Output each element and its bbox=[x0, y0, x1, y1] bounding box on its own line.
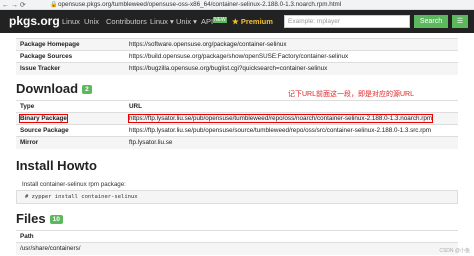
table-row: Package Sources https://build.opensuse.or… bbox=[16, 50, 458, 63]
search-button[interactable]: Search bbox=[414, 15, 448, 28]
install-command: # zypper install container-selinux bbox=[16, 190, 458, 204]
download-heading: Download 2 bbox=[16, 81, 92, 96]
premium-icon: ★ bbox=[232, 17, 239, 26]
binary-package-label: Binary Package bbox=[19, 114, 68, 123]
source-package-link[interactable]: https://ftp.lysator.liu.se/pub/opensuse/… bbox=[125, 124, 458, 137]
new-badge: NEW bbox=[213, 17, 227, 23]
table-row: Binary Package https://ftp.lysator.liu.se… bbox=[16, 112, 458, 125]
files-heading: Files 10 bbox=[16, 211, 63, 226]
browser-toolbar: ← → ⟳ 🔒 opensuse.pkgs.org/tumbleweed/ope… bbox=[0, 0, 474, 10]
nav-premium[interactable]: ★ Premium bbox=[232, 17, 273, 26]
mirror-link[interactable]: ftp.lysator.liu.se bbox=[125, 136, 458, 149]
nav-linux[interactable]: Linux bbox=[62, 17, 80, 26]
nav-os-linux[interactable]: Linux ▾ bbox=[150, 17, 174, 26]
chevron-down-icon: ▾ bbox=[170, 17, 174, 26]
nav-os-unix[interactable]: Unix ▾ bbox=[176, 17, 197, 26]
chevron-down-icon: ▾ bbox=[193, 17, 197, 26]
nav-unix[interactable]: Unix bbox=[84, 17, 99, 26]
table-row: Source Package https://ftp.lysator.liu.se… bbox=[16, 124, 458, 137]
search-input[interactable]: Example: mplayer bbox=[284, 15, 410, 28]
table-row: Package Homepage https://software.opensus… bbox=[16, 38, 458, 51]
table-row: Mirror ftp.lysator.liu.se bbox=[16, 136, 458, 149]
table-row: Issue Tracker https://bugzilla.opensuse.o… bbox=[16, 62, 458, 75]
lock-icon: 🔒 bbox=[50, 2, 58, 8]
binary-package-link[interactable]: https://ftp.lysator.liu.se/pub/opensuse/… bbox=[127, 114, 434, 123]
menu-icon[interactable]: ☰ bbox=[452, 15, 468, 28]
files-table: Path /usr/share/containers/ bbox=[16, 230, 458, 255]
files-count-badge: 10 bbox=[49, 215, 63, 225]
table-header: Path bbox=[16, 230, 458, 243]
install-howto-heading: Install Howto bbox=[16, 158, 97, 173]
nav-contributors[interactable]: Contributors bbox=[106, 17, 147, 26]
watermark: CSDN @小鱼 bbox=[439, 248, 470, 254]
download-count-badge: 2 bbox=[82, 85, 92, 95]
install-description: Install container-selinux rpm package: bbox=[22, 181, 126, 188]
nav-api[interactable]: APINEW bbox=[201, 17, 227, 26]
site-logo[interactable]: pkgs.org bbox=[9, 14, 60, 28]
download-table: Type URL Binary Package https://ftp.lysato… bbox=[16, 100, 458, 149]
table-header: Type URL bbox=[16, 100, 458, 113]
site-navbar: pkgs.org Linux Unix Contributors Linux ▾… bbox=[0, 10, 474, 33]
annotation-note: 记下URL前面这一段，即是对应的源URL bbox=[288, 91, 415, 98]
back-icon[interactable]: ← → ⟳ bbox=[2, 1, 26, 9]
package-links-table: Package Homepage https://software.opensus… bbox=[16, 38, 458, 75]
address-bar[interactable]: opensuse.pkgs.org/tumbleweed/opensuse-os… bbox=[58, 1, 341, 8]
table-row: /usr/share/containers/ bbox=[16, 242, 458, 255]
